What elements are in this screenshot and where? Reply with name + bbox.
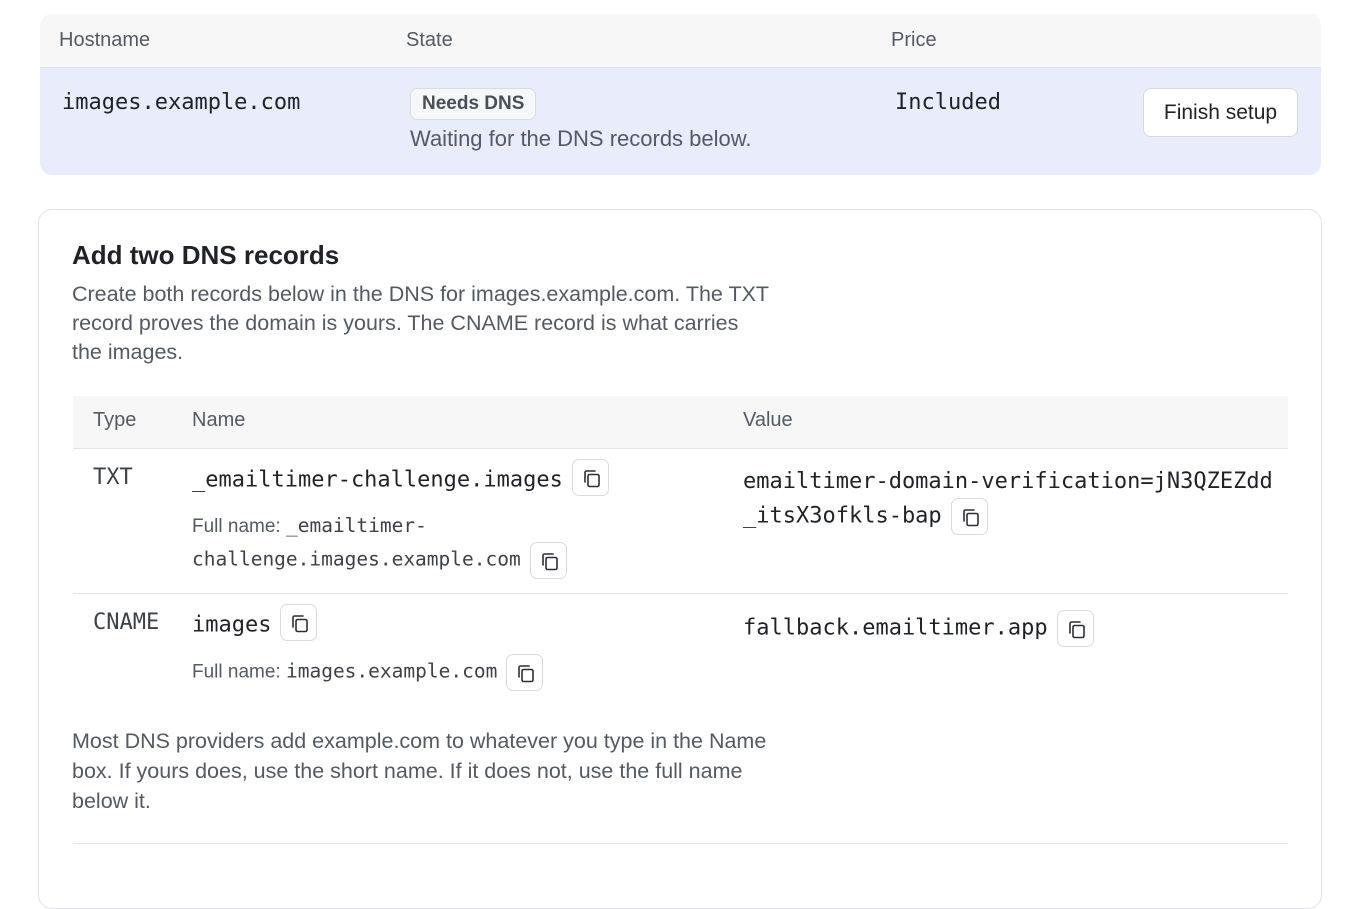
copy-icon <box>541 553 558 571</box>
record-value-cell: fallback.emailtimer.app <box>743 610 1273 647</box>
dns-provider-note: Most DNS providers add example.com to wh… <box>72 729 767 813</box>
dns-records-table: Type Name Value TXT _emailtimer-challeng… <box>73 396 1288 716</box>
copy-full-name-button[interactable] <box>506 654 544 691</box>
full-name-label: Full name: <box>192 661 281 683</box>
record-name-cell: images <box>192 604 318 641</box>
copy-name-button[interactable] <box>571 459 609 496</box>
hostname-value: images.example.com <box>62 90 301 115</box>
copy-icon <box>518 665 535 683</box>
copy-value-button[interactable] <box>950 498 988 535</box>
record-name: _emailtimer-challenge.images <box>192 467 563 493</box>
hostnames-table-header: Hostname State Price <box>40 14 1321 68</box>
record-name-cell: _emailtimer-challenge.images <box>192 459 609 496</box>
column-header-type: Type <box>93 409 137 431</box>
copy-full-name-button[interactable] <box>529 542 567 579</box>
record-name: images <box>192 612 272 638</box>
column-header-price: Price <box>891 29 937 51</box>
column-header-state: State <box>406 29 453 51</box>
column-header-name: Name <box>192 409 246 431</box>
record-full-name: Full name: _emailtimer- challenge.images… <box>192 511 567 579</box>
copy-icon <box>1068 621 1085 639</box>
copy-icon <box>962 509 979 527</box>
record-value: fallback.emailtimer.app <box>743 615 1048 641</box>
card-description: Create both records below in the DNS for… <box>72 282 769 364</box>
table-row: TXT _emailtimer-challenge.images Full na… <box>73 449 1288 594</box>
hostnames-table: Hostname State Price images.example.com … <box>40 14 1321 175</box>
full-name: images.example.com <box>285 659 498 683</box>
column-header-hostname: Hostname <box>59 29 151 51</box>
copy-value-button[interactable] <box>1056 610 1094 647</box>
finish-setup-button[interactable]: Finish setup <box>1143 88 1298 137</box>
column-header-value: Value <box>743 409 793 431</box>
full-name-part1: _emailtimer- <box>285 514 427 537</box>
copy-name-button[interactable] <box>280 604 318 641</box>
copy-icon <box>584 470 600 488</box>
dns-records-card: Add two DNS records Create both records … <box>38 209 1322 909</box>
hostname-row: images.example.com Needs DNS Waiting for… <box>40 68 1321 175</box>
record-value: emailtimer-domain-verification=jN3QZEZdd… <box>743 469 1273 529</box>
dns-records-table-header: Type Name Value <box>73 396 1288 449</box>
full-name-part2: challenge.images.example.com <box>192 547 521 571</box>
record-type: TXT <box>93 465 133 490</box>
record-value-cell: emailtimer-domain-verification=jN3QZEZdd… <box>743 465 1273 535</box>
record-full-name: Full name: images.example.com <box>192 654 544 691</box>
price-value: Included <box>895 90 1001 115</box>
record-type: CNAME <box>93 610 160 635</box>
status-badge: Needs DNS <box>410 88 537 120</box>
card-title: Add two DNS records <box>72 240 340 270</box>
divider <box>73 843 1288 844</box>
full-name-label: Full name: <box>192 516 281 537</box>
table-row: CNAME images Full name: images.example.c… <box>73 594 1288 716</box>
state-note: Waiting for the DNS records below. <box>410 126 752 151</box>
copy-icon <box>292 615 309 633</box>
